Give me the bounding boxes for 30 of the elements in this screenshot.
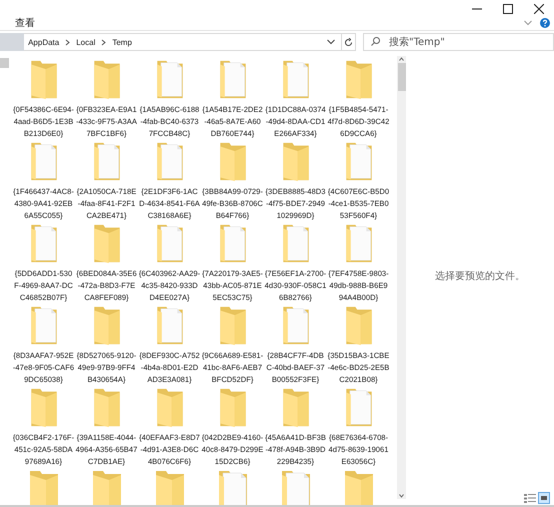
navigation-pane-edge bbox=[0, 33, 24, 51]
navigation-pane-edge bbox=[0, 58, 9, 68]
close-icon bbox=[534, 4, 544, 14]
breadcrumb-item[interactable]: AppData bbox=[28, 38, 60, 46]
details-view-icon[interactable] bbox=[524, 494, 536, 502]
ribbon-tab[interactable]: 查看 bbox=[15, 16, 35, 30]
search-field[interactable]: 搜索"Temp" bbox=[363, 33, 554, 51]
breadcrumb-item[interactable]: Temp bbox=[112, 38, 132, 46]
help-icon[interactable] bbox=[540, 18, 550, 28]
search-icon bbox=[371, 37, 380, 46]
folder-with-documents-icon[interactable] bbox=[280, 470, 312, 505]
scroll-down-icon bbox=[399, 494, 404, 498]
folder-icon[interactable] bbox=[342, 470, 374, 505]
refresh-button[interactable] bbox=[342, 33, 356, 51]
large-icons-view-icon[interactable] bbox=[538, 492, 550, 504]
folder-with-documents-icon[interactable] bbox=[216, 470, 248, 505]
maximize-icon bbox=[502, 4, 512, 14]
folder-icon[interactable] bbox=[90, 470, 122, 505]
refresh-icon bbox=[344, 38, 354, 46]
scroll-thumb[interactable] bbox=[398, 63, 406, 91]
chevron-down-icon[interactable] bbox=[327, 39, 336, 45]
scroll-up-icon bbox=[399, 57, 404, 61]
breadcrumb-item[interactable]: Local bbox=[76, 38, 96, 46]
chevron-right-icon bbox=[65, 38, 70, 46]
address-bar[interactable]: AppData Local Temp bbox=[24, 33, 342, 51]
folder-icon[interactable] bbox=[28, 470, 60, 505]
folder-icon[interactable] bbox=[154, 470, 186, 505]
vertical-scrollbar[interactable] bbox=[397, 56, 406, 499]
preview-message: 选择要预览的文件。 bbox=[435, 270, 525, 282]
chevron-right-icon bbox=[101, 38, 106, 46]
